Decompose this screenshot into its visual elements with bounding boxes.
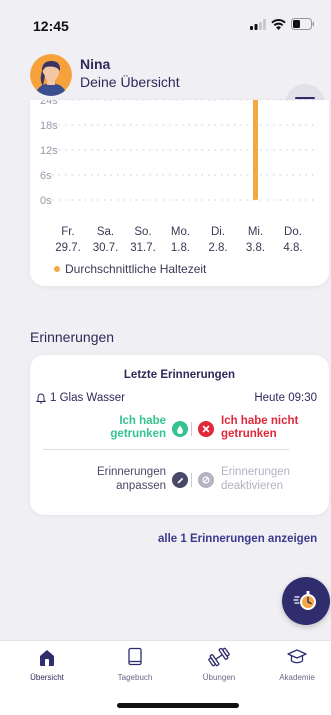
tab-akademie[interactable]: Akademie bbox=[262, 647, 331, 682]
x-tick-date: 29.7. bbox=[55, 242, 81, 254]
graduation-cap-icon bbox=[287, 649, 307, 664]
legend-dot bbox=[54, 266, 60, 272]
x-tick-day: Mo. bbox=[171, 226, 190, 238]
chart-bar bbox=[253, 100, 258, 200]
chart-legend: Durchschnittliche Haltezeit bbox=[54, 262, 206, 276]
adjust-label-line2: anpassen bbox=[116, 480, 166, 492]
reminder-label: 1 Glas Wasser bbox=[50, 392, 125, 404]
wifi-icon bbox=[271, 18, 286, 30]
signal-icon bbox=[250, 18, 266, 30]
x-tick-day: So. bbox=[134, 226, 151, 238]
x-tick-day: Sa. bbox=[97, 226, 114, 238]
action-divider-2 bbox=[191, 473, 192, 487]
x-tick-day: Do. bbox=[284, 226, 302, 238]
tab-uebungen[interactable]: Übungen bbox=[184, 647, 254, 682]
home-icon bbox=[40, 650, 54, 666]
legend-label: Durchschnittliche Haltezeit bbox=[65, 262, 207, 276]
home-indicator bbox=[117, 703, 239, 708]
dumbbell-icon bbox=[208, 647, 230, 667]
y-tick-label: 24s bbox=[40, 100, 58, 107]
reminders-section-title: Erinnerungen bbox=[30, 329, 115, 345]
tab-label-tagebuch: Tagebuch bbox=[117, 673, 153, 682]
x-tick-date: 4.8. bbox=[283, 242, 302, 254]
avatar[interactable] bbox=[30, 54, 72, 96]
deactivate-label-line1: Erinnerungen bbox=[221, 466, 291, 478]
y-tick-label: 6s bbox=[40, 170, 52, 182]
user-name: Nina bbox=[80, 56, 111, 72]
drank-label-line1: Ich habe bbox=[119, 415, 166, 427]
reminder-time: Heute 09:30 bbox=[254, 392, 317, 404]
tab-label-akademie: Akademie bbox=[279, 673, 315, 682]
reminders-divider bbox=[43, 449, 289, 450]
deactivate-reminders-button[interactable]: Erinnerungen deaktivieren bbox=[221, 465, 290, 493]
status-time: 12:45 bbox=[33, 18, 69, 34]
show-all-reminders-link[interactable]: alle 1 Erinnerungen anzeigen bbox=[158, 533, 317, 545]
book-icon bbox=[128, 647, 142, 666]
x-tick-date: 31.7. bbox=[130, 242, 156, 254]
pencil-icon[interactable] bbox=[172, 472, 188, 488]
not-drank-label-line2: getrunken bbox=[221, 428, 277, 440]
disable-icon[interactable] bbox=[198, 472, 214, 488]
tab-label-uebersicht: Übersicht bbox=[30, 673, 64, 682]
tab-label-uebungen: Übungen bbox=[202, 673, 236, 682]
drank-label-line2: getrunken bbox=[110, 428, 166, 440]
deactivate-label-line2: deaktivieren bbox=[221, 480, 284, 492]
page-subtitle: Deine Übersicht bbox=[80, 74, 180, 90]
y-tick-label: 12s bbox=[40, 145, 58, 157]
drank-button[interactable]: Ich habe getrunken bbox=[110, 415, 166, 441]
x-tick-day: Fr. bbox=[61, 226, 74, 238]
timer-fab[interactable] bbox=[282, 577, 330, 625]
y-tick-label: 0s bbox=[40, 195, 52, 207]
stopwatch-icon bbox=[293, 591, 316, 610]
not-drank-button[interactable]: Ich habe nicht getrunken bbox=[221, 415, 298, 441]
water-drop-icon[interactable] bbox=[172, 421, 188, 437]
close-icon[interactable] bbox=[198, 421, 214, 437]
reminders-card-title: Letzte Erinnerungen bbox=[123, 369, 236, 381]
action-divider bbox=[191, 422, 192, 436]
tab-tagebuch[interactable]: Tagebuch bbox=[100, 647, 170, 682]
status-bar: 12:45 bbox=[0, 0, 331, 44]
x-tick-day: Mi. bbox=[248, 226, 263, 238]
tab-uebersicht[interactable]: Übersicht bbox=[12, 647, 82, 682]
status-icons bbox=[250, 18, 315, 30]
reminders-card: Letzte Erinnerungen 1 Glas Wasser Heute … bbox=[30, 355, 329, 515]
avatar-image bbox=[30, 54, 72, 96]
x-tick-date: 1.8. bbox=[171, 242, 190, 254]
adjust-label-line1: Erinnerungen bbox=[96, 466, 166, 478]
app-header: Nina Deine Übersicht bbox=[0, 44, 331, 124]
x-tick-day: Di. bbox=[211, 226, 225, 238]
bell-icon bbox=[36, 392, 46, 404]
adjust-reminders-button[interactable]: Erinnerungen anpassen bbox=[97, 465, 166, 493]
x-tick-date: 2.8. bbox=[208, 242, 227, 254]
battery-icon bbox=[291, 18, 314, 30]
x-tick-date: 30.7. bbox=[93, 242, 119, 254]
x-tick-date: 3.8. bbox=[246, 242, 265, 254]
hold-time-chart-card: 30s24s18s12s6s0sFr.29.7.Sa.30.7.So.31.7.… bbox=[30, 100, 329, 286]
not-drank-label-line1: Ich habe nicht bbox=[221, 415, 299, 427]
reminder-item: 1 Glas Wasser bbox=[36, 392, 125, 404]
y-tick-label: 18s bbox=[40, 120, 58, 132]
hold-time-chart: 30s24s18s12s6s0sFr.29.7.Sa.30.7.So.31.7.… bbox=[40, 100, 316, 254]
